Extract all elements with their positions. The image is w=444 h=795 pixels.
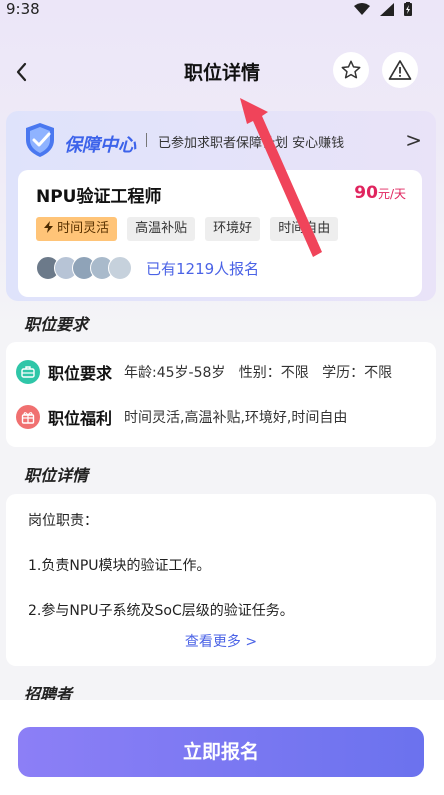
bolt-icon [44, 221, 53, 233]
status-time: 9:38 [6, 0, 40, 18]
star-icon [341, 60, 361, 79]
detail-line: 2.参与NPU子系统及SoC层级的验证任务。 [28, 603, 294, 619]
signal-icon [380, 2, 394, 20]
page-title: 职位详情 [183, 62, 260, 84]
warning-icon [388, 60, 412, 80]
job-details-card: 岗位职责： 1.负责NPU模块的验证工作。 2.参与NPU子系统及SoC层级的验… [6, 494, 436, 666]
applicants-count: 已有1219人报名 [146, 259, 260, 278]
nav-bar: 职位详情 [0, 44, 444, 100]
requirement-row: 职位要求 年龄:45岁-58岁 性别：不限 学历：不限 [16, 360, 392, 384]
salary-unit: 元/天 [377, 187, 406, 201]
wifi-icon [354, 2, 370, 20]
job-tag: 时间自由 [270, 217, 339, 241]
favorite-button[interactable] [333, 52, 369, 88]
shield-check-icon [22, 121, 58, 163]
avatar [108, 256, 132, 280]
benefit-row: 职位福利 时间灵活,高温补贴,环境好,时间自由 [16, 405, 347, 429]
report-button[interactable] [382, 52, 418, 88]
benefit-value: 时间灵活,高温补贴,环境好,时间自由 [124, 410, 348, 426]
apply-button[interactable]: 立即报名 [18, 727, 424, 777]
chevron-right-icon: > [405, 128, 422, 152]
job-tag: 时间灵活 [36, 217, 118, 241]
requirement-label: 职位要求 [48, 364, 113, 383]
guarantee-divider [146, 133, 147, 147]
detail-line: 1.负责NPU模块的验证工作。 [28, 558, 211, 574]
requirement-value: 年龄:45岁-58岁 性别：不限 学历：不限 [124, 365, 393, 381]
benefit-label: 职位福利 [48, 409, 113, 428]
bottom-bar: 立即报名 [0, 700, 444, 795]
applicants-row: 已有1219人报名 [36, 256, 259, 280]
job-tags: 时间灵活 高温补贴 环境好 时间自由 [36, 217, 339, 241]
battery-icon [404, 2, 412, 20]
gift-icon [16, 405, 40, 429]
status-bar: 9:38 [0, 0, 444, 24]
job-tag: 环境好 [205, 217, 261, 241]
job-card: NPU验证工程师 90元/天 时间灵活 高温补贴 环境好 时间自由 已有1219… [18, 170, 422, 297]
view-more-link[interactable]: 查看更多 > [6, 631, 436, 651]
requirements-heading: 职位要求 [24, 315, 89, 334]
job-tag: 高温补贴 [127, 217, 196, 241]
salary: 90元/天 [354, 183, 406, 203]
guarantee-banner[interactable]: 保障中心 已参加求职者保障计划 安心赚钱 > [22, 121, 426, 161]
salary-amount: 90 [354, 183, 378, 203]
guarantee-title: 保障中心 [64, 135, 136, 156]
details-heading: 职位详情 [24, 466, 89, 485]
detail-line: 岗位职责： [28, 513, 98, 529]
requirements-card: 职位要求 年龄:45岁-58岁 性别：不限 学历：不限 职位福利 时间灵活,高温… [6, 342, 436, 447]
briefcase-icon [16, 360, 40, 384]
guarantee-text: 已参加求职者保障计划 安心赚钱 [158, 136, 345, 151]
job-title: NPU验证工程师 [36, 187, 162, 207]
